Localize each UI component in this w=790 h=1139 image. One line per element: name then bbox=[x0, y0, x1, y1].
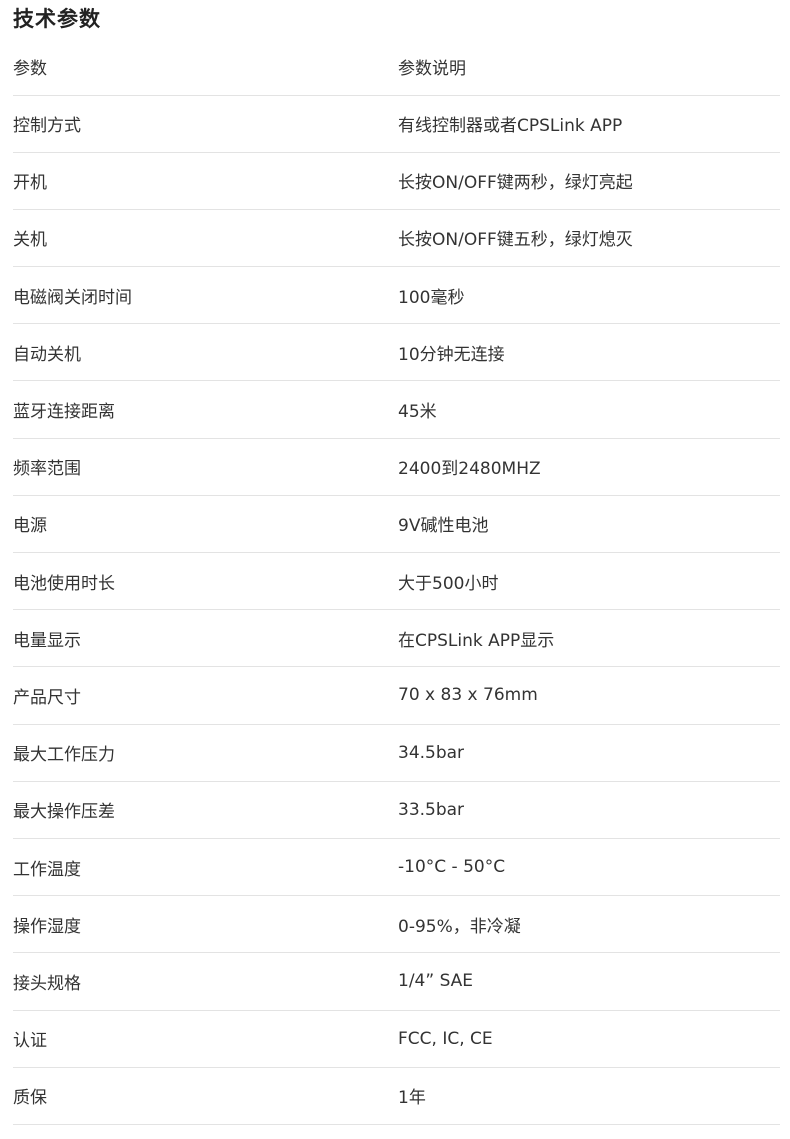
row-desc: 长按ON/OFF键五秒，绿灯熄灭 bbox=[398, 230, 633, 251]
row-desc: 70 x 83 x 76mm bbox=[398, 685, 538, 706]
table-row: 工作温度 -10°C - 50°C bbox=[13, 838, 780, 896]
table-row: 质保 1年 bbox=[13, 1067, 780, 1125]
row-param: 产品尺寸 bbox=[13, 687, 81, 708]
row-desc: 长按ON/OFF键两秒，绿灯亮起 bbox=[398, 173, 633, 194]
row-desc: 大于500小时 bbox=[398, 573, 499, 594]
row-param: 频率范围 bbox=[13, 459, 81, 480]
spec-table: 参数 参数说明 控制方式 有线控制器或者CPSLink APP 开机 长按ON/… bbox=[13, 38, 780, 1125]
row-desc: 10分钟无连接 bbox=[398, 344, 505, 365]
spec-page: 技术参数 参数 参数说明 控制方式 有线控制器或者CPSLink APP 开机 … bbox=[0, 0, 790, 1139]
header-param: 参数 bbox=[13, 58, 47, 79]
row-param: 认证 bbox=[13, 1031, 47, 1052]
table-header-row: 参数 参数说明 bbox=[13, 38, 780, 95]
row-param: 蓝牙连接距离 bbox=[13, 402, 115, 423]
table-row: 电源 9V碱性电池 bbox=[13, 495, 780, 553]
row-param: 电池使用时长 bbox=[13, 573, 115, 594]
table-row: 关机 长按ON/OFF键五秒，绿灯熄灭 bbox=[13, 209, 780, 267]
row-desc: -10°C - 50°C bbox=[398, 857, 506, 878]
table-row: 产品尺寸 70 x 83 x 76mm bbox=[13, 667, 780, 725]
table-row: 最大工作压力 34.5bar bbox=[13, 724, 780, 782]
row-param: 自动关机 bbox=[13, 344, 81, 365]
row-param: 接头规格 bbox=[13, 973, 81, 994]
table-row: 蓝牙连接距离 45米 bbox=[13, 381, 780, 439]
row-param: 最大工作压力 bbox=[13, 745, 115, 766]
row-desc: 100毫秒 bbox=[398, 287, 465, 308]
row-desc: 34.5bar bbox=[398, 742, 465, 763]
row-desc: 在CPSLink APP显示 bbox=[398, 630, 555, 651]
row-desc: 2400到2480MHZ bbox=[398, 459, 541, 480]
row-desc: 9V碱性电池 bbox=[398, 516, 489, 537]
table-row: 认证 FCC, IC, CE bbox=[13, 1010, 780, 1068]
table-row: 开机 长按ON/OFF键两秒，绿灯亮起 bbox=[13, 152, 780, 210]
table-row: 电量显示 在CPSLink APP显示 bbox=[13, 610, 780, 667]
row-param: 关机 bbox=[13, 230, 47, 251]
row-param: 电磁阀关闭时间 bbox=[13, 287, 132, 308]
row-desc: FCC, IC, CE bbox=[398, 1028, 493, 1049]
table-row: 电磁阀关闭时间 100毫秒 bbox=[13, 267, 780, 324]
table-row: 频率范围 2400到2480MHZ bbox=[13, 438, 780, 496]
row-param: 工作温度 bbox=[13, 859, 81, 880]
row-param: 最大操作压差 bbox=[13, 802, 115, 823]
table-row: 接头规格 1/4” SAE bbox=[13, 953, 780, 1010]
row-desc: 0-95%，非冷凝 bbox=[398, 916, 521, 937]
row-desc: 33.5bar bbox=[398, 799, 465, 820]
row-param: 控制方式 bbox=[13, 116, 81, 137]
row-param: 电源 bbox=[13, 516, 47, 537]
header-desc: 参数说明 bbox=[398, 58, 466, 79]
row-desc: 1年 bbox=[398, 1088, 426, 1109]
row-param: 电量显示 bbox=[13, 630, 81, 651]
row-desc: 1/4” SAE bbox=[398, 971, 474, 992]
table-row: 电池使用时长 大于500小时 bbox=[13, 553, 780, 610]
table-row: 操作湿度 0-95%，非冷凝 bbox=[13, 896, 780, 953]
row-desc: 45米 bbox=[398, 402, 437, 423]
table-row: 最大操作压差 33.5bar bbox=[13, 781, 780, 839]
row-desc: 有线控制器或者CPSLink APP bbox=[398, 116, 623, 137]
table-row: 控制方式 有线控制器或者CPSLink APP bbox=[13, 95, 780, 153]
row-param: 操作湿度 bbox=[13, 916, 81, 937]
row-param: 开机 bbox=[13, 173, 47, 194]
row-param: 质保 bbox=[13, 1088, 47, 1109]
table-row: 自动关机 10分钟无连接 bbox=[13, 324, 780, 381]
section-title: 技术参数 bbox=[13, 7, 101, 31]
